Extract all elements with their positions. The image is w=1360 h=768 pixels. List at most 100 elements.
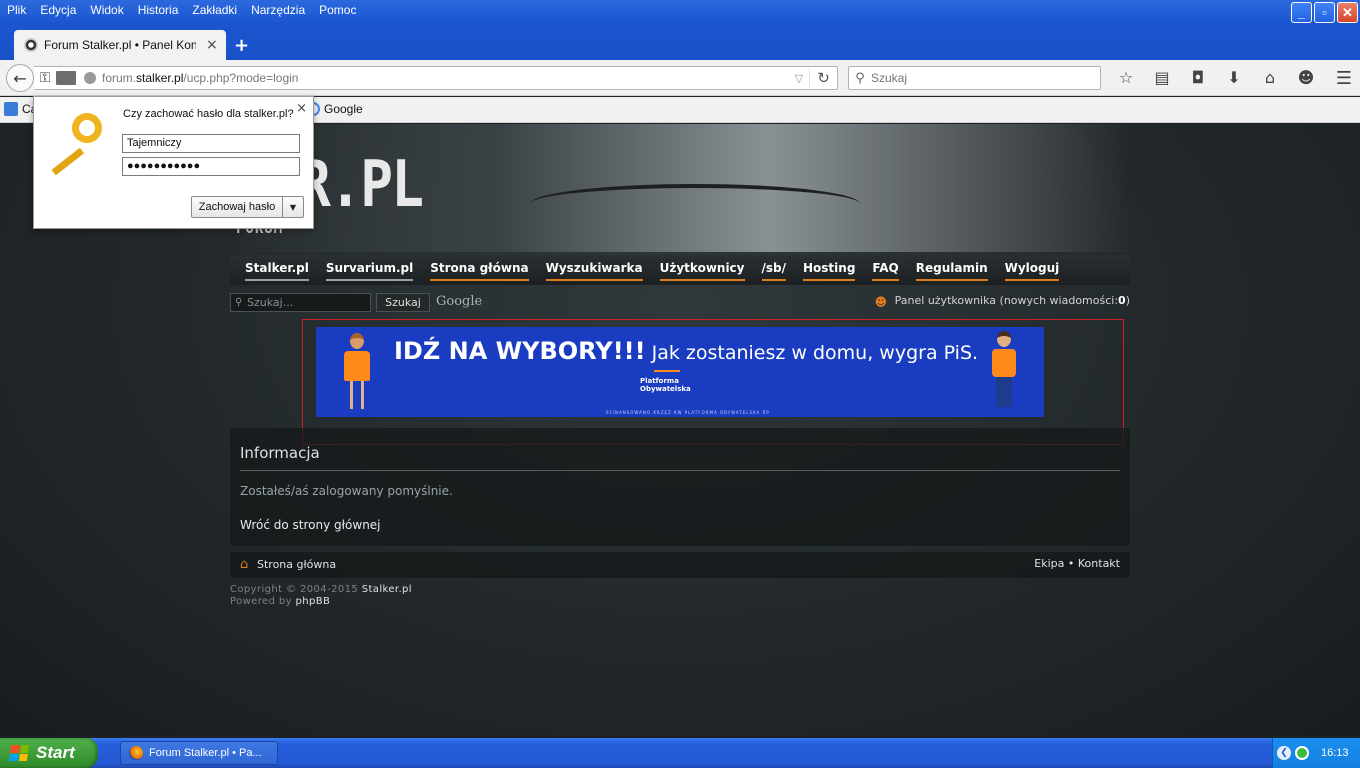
- home-icon: ⌂: [240, 557, 249, 572]
- home-toolbar-icon[interactable]: ⌂: [1252, 66, 1288, 90]
- password-field[interactable]: ●●●●●●●●●●●: [122, 157, 300, 176]
- save-password-popup: Czy zachować hasło dla stalker.pl? × Taj…: [33, 96, 314, 229]
- firefox-icon: [129, 746, 143, 760]
- back-button[interactable]: ←: [6, 64, 34, 92]
- username-field[interactable]: Tajemniczy: [122, 134, 300, 153]
- return-home-link[interactable]: Wróć do strony głównej: [240, 518, 381, 532]
- minimize-button[interactable]: _: [1291, 2, 1312, 23]
- save-options-dropdown-icon[interactable]: ▼: [283, 196, 304, 218]
- site-navigation: Stalker.pl Survarium.pl Strona główna Wy…: [230, 255, 1130, 285]
- start-label: Start: [36, 743, 75, 762]
- key-icon[interactable]: ⚿: [34, 70, 56, 86]
- ad-boy-illustration: [988, 331, 1020, 413]
- ad-logo-line1: Platforma: [640, 377, 679, 385]
- powered-by-text: Powered by: [230, 596, 296, 607]
- copyright-text: Copyright © 2004-2015: [230, 584, 362, 595]
- ad-headline-bold: IDŹ NA WYBORY!!!: [394, 337, 646, 365]
- nav-sb[interactable]: /sb/: [761, 255, 786, 281]
- identity-box-icon[interactable]: [56, 71, 76, 85]
- taskbar: Start Forum Stalker.pl • Pa... ❮ 16:13: [0, 738, 1360, 768]
- nav-logout[interactable]: Wyloguj: [1004, 255, 1060, 281]
- info-divider: [240, 470, 1120, 471]
- forum-search-input[interactable]: ⚲ Szukaj...: [230, 293, 371, 312]
- hamburger-menu-icon[interactable]: ☰: [1336, 68, 1352, 89]
- clock[interactable]: 16:13: [1321, 747, 1349, 759]
- nav-stalker[interactable]: Stalker.pl: [245, 255, 309, 281]
- contact-link[interactable]: Kontakt: [1078, 557, 1120, 570]
- ad-logo-line2: Obywatelska: [640, 385, 691, 393]
- url-domain: stalker.pl: [136, 71, 184, 85]
- user-panel-close-paren: ): [1125, 294, 1130, 307]
- nav-home[interactable]: Strona główna: [430, 255, 529, 281]
- bookmark-item-google[interactable]: Google: [306, 102, 363, 116]
- navigation-toolbar: ← ⚿ forum.stalker.pl/ucp.php?mode=login …: [0, 60, 1360, 96]
- footer-home-link[interactable]: Strona główna: [257, 558, 336, 571]
- menu-edit[interactable]: Edycja: [33, 0, 83, 22]
- browser-search-input[interactable]: [871, 71, 1091, 85]
- nav-faq[interactable]: FAQ: [872, 255, 899, 281]
- network-status-icon[interactable]: [1295, 746, 1309, 760]
- user-panel-text: Panel użytkownika (nowych wiadomości:: [894, 294, 1119, 307]
- nav-search[interactable]: Wyszukiwarka: [545, 255, 643, 281]
- bookmark-icon: [4, 102, 18, 116]
- browser-search-bar[interactable]: ⚲: [848, 66, 1101, 90]
- forum-search-button[interactable]: Szukaj: [376, 293, 430, 312]
- url-path: /ucp.php?mode=login: [183, 71, 299, 85]
- maximize-button[interactable]: ▫: [1314, 2, 1335, 23]
- user-panel-link[interactable]: ☻ Panel użytkownika (nowych wiadomości: …: [874, 294, 1130, 309]
- phpbb-link[interactable]: phpBB: [296, 596, 331, 607]
- close-popup-icon[interactable]: ×: [296, 101, 307, 116]
- start-button[interactable]: Start: [0, 738, 98, 768]
- search-icon: ⚲: [855, 70, 865, 86]
- team-link[interactable]: Ekipa: [1034, 557, 1064, 570]
- new-tab-button[interactable]: +: [234, 35, 249, 56]
- bookmark-star-icon[interactable]: ☆: [1108, 66, 1144, 90]
- smiley-icon[interactable]: ☻: [1288, 66, 1324, 90]
- menu-history[interactable]: Historia: [131, 0, 186, 22]
- close-window-button[interactable]: ✕: [1337, 2, 1358, 23]
- menu-help[interactable]: Pomoc: [312, 0, 363, 22]
- menu-view[interactable]: Widok: [83, 0, 130, 22]
- forum-search-row: ⚲ Szukaj... Szukaj Google ☻ Panel użytko…: [230, 293, 1130, 313]
- url-bar[interactable]: ⚿ forum.stalker.pl/ucp.php?mode=login ▽ …: [34, 66, 838, 90]
- menu-bookmarks[interactable]: Zakładki: [185, 0, 244, 22]
- key-icon: [42, 109, 108, 176]
- reload-icon[interactable]: ↻: [809, 69, 837, 87]
- globe-icon: [84, 72, 96, 84]
- menu-tools[interactable]: Narzędzia: [244, 0, 312, 22]
- taskbar-item-label: Forum Stalker.pl • Pa...: [149, 747, 262, 759]
- taskbar-item-firefox[interactable]: Forum Stalker.pl • Pa...: [120, 741, 278, 765]
- copyright-site-link[interactable]: Stalker.pl: [362, 584, 412, 595]
- nav-hosting[interactable]: Hosting: [803, 255, 856, 281]
- radiation-favicon-icon: [24, 38, 38, 52]
- ad-girl-illustration: [342, 333, 372, 413]
- toolbar-icons: ☆ ▤ ◘ ⬇ ⌂ ☻: [1108, 66, 1324, 90]
- reading-list-icon[interactable]: ▤: [1144, 66, 1180, 90]
- back-arrow-icon: ←: [13, 68, 27, 88]
- url-text[interactable]: forum.stalker.pl/ucp.php?mode=login: [102, 71, 789, 85]
- footer-separator: •: [1064, 557, 1078, 570]
- tray-expand-icon[interactable]: ❮: [1277, 746, 1291, 760]
- ad-divider: [654, 370, 680, 372]
- url-dropdown-icon[interactable]: ▽: [789, 72, 809, 85]
- tab-title: Forum Stalker.pl • Panel Kont…: [44, 38, 196, 52]
- nav-users[interactable]: Użytkownicy: [659, 255, 745, 281]
- ad-banner[interactable]: IDŹ NA WYBORY!!! Jak zostaniesz w domu, …: [316, 327, 1044, 417]
- window-controls: _ ▫ ✕: [1291, 2, 1358, 23]
- login-success-message: Zostałeś/aś zalogowany pomyślnie.: [240, 484, 453, 498]
- system-tray: ❮ 16:13: [1272, 738, 1360, 768]
- download-icon[interactable]: ⬇: [1216, 66, 1252, 90]
- nav-rules[interactable]: Regulamin: [915, 255, 988, 281]
- footer-links: Ekipa • Kontakt: [1034, 557, 1120, 570]
- ad-headline-rest: Jak zostaniesz w domu, wygra PiS.: [645, 342, 979, 364]
- pocket-icon[interactable]: ◘: [1180, 66, 1216, 90]
- bookmark-label: Google: [324, 102, 363, 116]
- nav-survarium[interactable]: Survarium.pl: [325, 255, 414, 281]
- tab-forum-stalker[interactable]: Forum Stalker.pl • Panel Kont… ×: [14, 30, 226, 60]
- info-title: Informacja: [240, 444, 320, 462]
- user-panel-icon: ☻: [874, 294, 888, 309]
- search-icon: ⚲: [235, 297, 243, 308]
- menu-file[interactable]: Plik: [0, 0, 33, 22]
- close-tab-icon[interactable]: ×: [206, 37, 218, 53]
- save-password-button[interactable]: Zachowaj hasło: [191, 196, 283, 218]
